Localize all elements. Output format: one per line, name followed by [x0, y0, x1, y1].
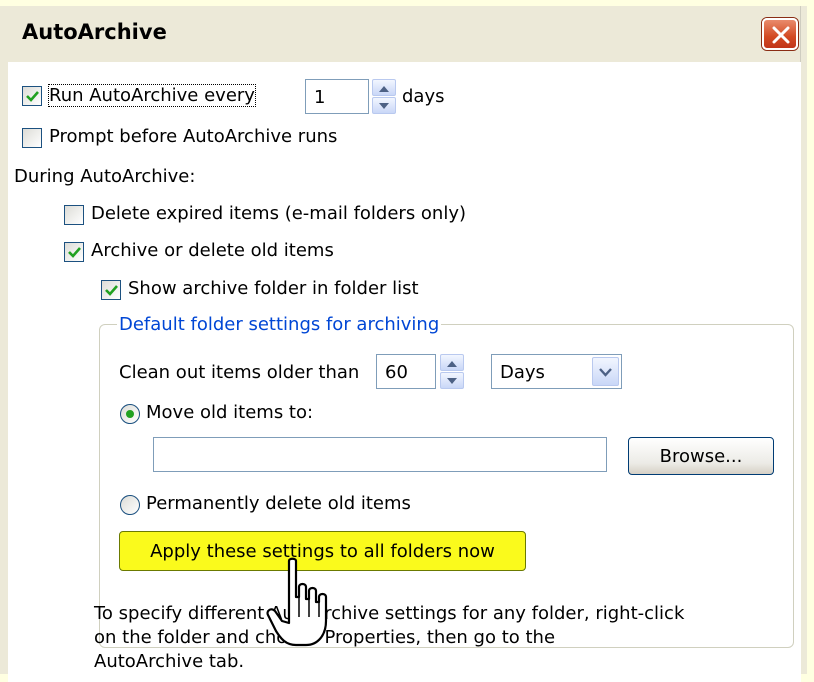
close-button[interactable]: [762, 18, 798, 50]
archive-old-items-label: Archive or delete old items: [91, 240, 334, 261]
check-icon: [26, 91, 39, 102]
spin-down-button[interactable]: [440, 372, 464, 389]
show-archive-folder-checkbox[interactable]: [101, 280, 121, 300]
archive-old-items-checkbox[interactable]: [64, 242, 84, 262]
dropdown-arrow-icon: [599, 368, 612, 377]
archive-path-input[interactable]: [153, 437, 607, 472]
check-icon: [105, 285, 118, 296]
hint-line-2: on the folder and choose Properties, the…: [94, 627, 556, 648]
show-archive-folder-label: Show archive folder in folder list: [128, 278, 419, 299]
dialog-title: AutoArchive: [22, 20, 167, 44]
move-old-items-label: Move old items to:: [146, 402, 314, 423]
during-autoarchive-label: During AutoArchive:: [14, 166, 196, 187]
spin-down-icon: [379, 103, 389, 109]
spin-up-button[interactable]: [372, 79, 396, 96]
spin-up-button[interactable]: [440, 354, 464, 371]
spin-up-icon: [379, 86, 389, 92]
clean-out-value: 60: [385, 362, 408, 383]
clean-out-input[interactable]: 60: [376, 354, 436, 389]
spin-down-button[interactable]: [372, 97, 396, 114]
clean-out-label: Clean out items older than: [119, 362, 360, 383]
autoarchive-dialog: AutoArchive Run AutoArchive every 1 days: [0, 6, 807, 682]
permanently-delete-label: Permanently delete old items: [146, 493, 411, 514]
spin-down-icon: [447, 378, 457, 384]
hint-line-1: To specify different AutoArchive setting…: [94, 603, 685, 624]
group-title: Default folder settings for archiving: [117, 314, 442, 335]
run-every-input[interactable]: 1: [305, 79, 369, 114]
prompt-before-label: Prompt before AutoArchive runs: [49, 126, 338, 147]
delete-expired-checkbox[interactable]: [64, 205, 84, 225]
hand-cursor-icon: [266, 557, 328, 647]
hint-text: To specify different AutoArchive setting…: [94, 602, 684, 674]
browse-button-label: Browse...: [659, 446, 743, 467]
check-icon: [68, 247, 81, 258]
dropdown-button[interactable]: [592, 357, 619, 386]
run-autoarchive-checkbox[interactable]: [22, 86, 42, 106]
hint-line-3: AutoArchive tab.: [94, 651, 245, 672]
prompt-before-checkbox[interactable]: [22, 128, 42, 148]
radio-selected-dot: [126, 410, 134, 418]
move-old-items-radio[interactable]: [120, 404, 140, 424]
title-bar: AutoArchive: [0, 6, 806, 62]
delete-expired-label: Delete expired items (e-mail folders onl…: [91, 203, 467, 224]
dialog-content: Run AutoArchive every 1 days Prompt befo…: [8, 62, 801, 682]
age-unit-value: Days: [500, 362, 545, 383]
clean-out-spinner[interactable]: [440, 354, 464, 389]
window-frame-right: [800, 6, 807, 674]
age-unit-select[interactable]: Days: [491, 354, 622, 389]
days-label: days: [402, 86, 445, 107]
run-autoarchive-label: Run AutoArchive every: [48, 84, 256, 107]
run-every-spinner[interactable]: [372, 79, 396, 114]
browse-button[interactable]: Browse...: [628, 437, 774, 475]
permanently-delete-radio[interactable]: [120, 495, 140, 515]
close-icon: [772, 26, 790, 44]
spin-up-icon: [447, 361, 457, 367]
run-every-value: 1: [314, 87, 326, 108]
